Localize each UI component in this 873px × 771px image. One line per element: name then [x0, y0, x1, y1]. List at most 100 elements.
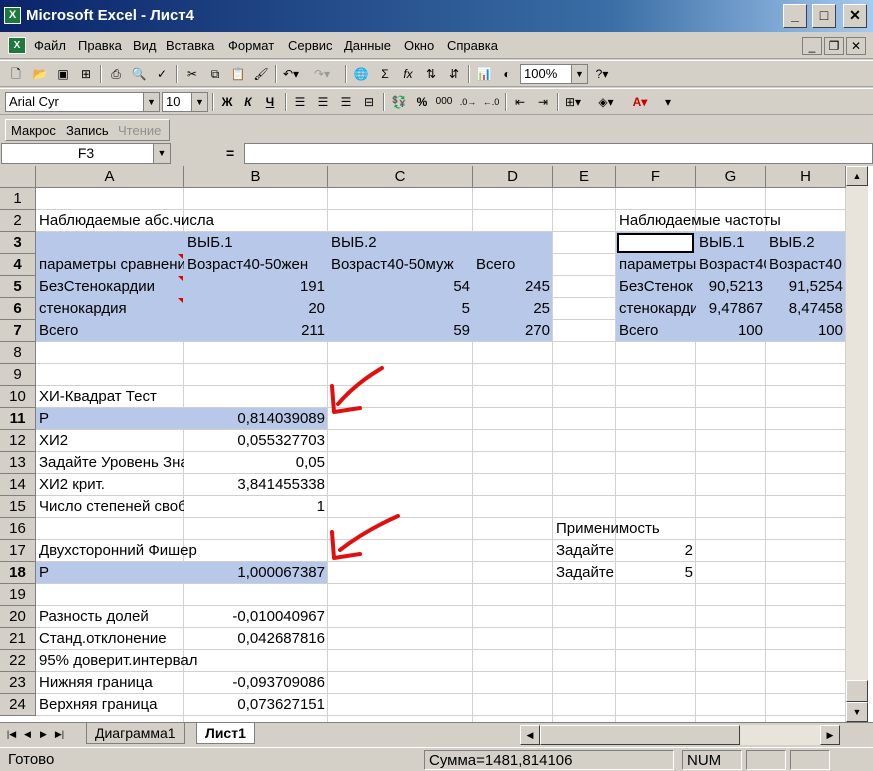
open-icon[interactable]: 📂 [30, 65, 50, 83]
formula-input[interactable] [244, 143, 873, 164]
spreadsheet-grid[interactable]: ABCDEFGH 1 2 3 4 5 6 7 8 9 10 11 12 13 14 15 16 17 18 19 20… [0, 166, 873, 722]
menu-help[interactable]: Справка [447, 38, 498, 53]
cell-B4[interactable]: Возраст40-50жен [184, 254, 328, 276]
cell-C5[interactable]: 54 [328, 276, 473, 298]
menu-file[interactable]: Файл [34, 38, 66, 53]
cell-B6[interactable]: 20 [184, 298, 328, 320]
cell-E16[interactable]: Применимость [553, 518, 766, 540]
undo-icon[interactable]: ↶▾ [281, 65, 301, 83]
row-header-21[interactable]: 21 [0, 628, 36, 650]
cell-B14[interactable]: 3,841455338 [184, 474, 328, 496]
cell-F5[interactable]: БезСтенок [616, 276, 696, 298]
chevron-down-icon[interactable]: ▼ [143, 93, 159, 111]
last-sheet-icon[interactable]: ▶| [52, 726, 67, 743]
italic-button[interactable]: К [238, 93, 258, 111]
cell-C6[interactable]: 5 [328, 298, 473, 320]
cell-A6[interactable]: стенокардия [36, 298, 184, 320]
cell-G3[interactable]: ВЫБ.1 [696, 232, 766, 254]
row-header-16[interactable]: 16 [0, 518, 36, 540]
row-header-2[interactable]: 2 [0, 210, 36, 232]
cell-F2[interactable]: Наблюдаемые частоты [616, 210, 846, 232]
tab-sheet1[interactable]: Лист1 [196, 723, 255, 744]
cell-A23[interactable]: Нижняя граница [36, 672, 184, 694]
maximize-button[interactable]: □ [812, 4, 836, 28]
row-header-13[interactable]: 13 [0, 452, 36, 474]
cell-B5[interactable]: 191 [184, 276, 328, 298]
doc-close-button[interactable]: ✕ [846, 37, 866, 55]
cell-H7[interactable]: 100 [766, 320, 846, 342]
cell-E17[interactable]: Задайте [553, 540, 616, 562]
cut-icon[interactable]: ✂ [182, 65, 202, 83]
row-header-23[interactable]: 23 [0, 672, 36, 694]
row-header-3[interactable]: 3 [0, 232, 36, 254]
hyperlink-icon[interactable]: 🌐 [351, 65, 371, 83]
menu-edit[interactable]: Правка [78, 38, 122, 53]
cell-C4[interactable]: Возраст40-50муж [328, 254, 473, 276]
cell-H3[interactable]: ВЫБ.2 [766, 232, 846, 254]
redo-icon[interactable]: ↷▾ [312, 65, 332, 83]
cell-B23[interactable]: -0,093709086 [184, 672, 328, 694]
cell-B20[interactable]: -0,010040967 [184, 606, 328, 628]
chevron-down-icon[interactable]: ▼ [153, 144, 170, 163]
cell-A11[interactable]: Р [36, 408, 184, 430]
cell-H5[interactable]: 91,5254 [766, 276, 846, 298]
row-header-8[interactable]: 8 [0, 342, 36, 364]
permission-icon[interactable]: ⊞ [76, 65, 96, 83]
cell-B18[interactable]: 1,000067387 [184, 562, 328, 584]
new-icon[interactable]: 🗋 [6, 65, 26, 83]
read-button[interactable]: Чтение [118, 123, 161, 138]
doc-minimize-button[interactable]: _ [802, 37, 822, 55]
scroll-right-button[interactable]: ▶ [820, 725, 840, 745]
row-header-12[interactable]: 12 [0, 430, 36, 452]
menu-data[interactable]: Данные [344, 38, 391, 53]
help-icon[interactable]: ?▾ [592, 65, 612, 83]
cell-F18[interactable]: 5 [616, 562, 696, 584]
select-all-corner[interactable] [0, 166, 36, 188]
cell-A22[interactable]: 95% доверит.интервал [36, 650, 473, 672]
borders-icon[interactable]: ⊞▾ [563, 93, 583, 111]
cell-D6[interactable]: 25 [473, 298, 553, 320]
menu-view[interactable]: Вид [133, 38, 157, 53]
scroll-thumb[interactable] [846, 680, 868, 702]
cell-D7[interactable]: 270 [473, 320, 553, 342]
scroll-left-button[interactable]: ◀ [520, 725, 540, 745]
cell-A15[interactable]: Число степеней свободы [36, 496, 184, 518]
row-header-9[interactable]: 9 [0, 364, 36, 386]
row-header-1[interactable]: 1 [0, 188, 36, 210]
cell-G4[interactable]: Возраст40 [696, 254, 766, 276]
close-button[interactable]: ✕ [843, 4, 867, 28]
currency-icon[interactable]: 💱 [389, 93, 409, 111]
chevron-down-icon[interactable]: ▼ [191, 93, 207, 111]
cell-B11[interactable]: 0,814039089 [184, 408, 328, 430]
cell-C7[interactable]: 59 [328, 320, 473, 342]
autosum-icon[interactable]: Σ [375, 65, 395, 83]
font-size-select[interactable]: 10 ▼ [162, 92, 208, 112]
font-color-icon[interactable]: A▾ [630, 93, 650, 111]
increase-decimal-icon[interactable]: .0→ [458, 93, 478, 111]
row-header-19[interactable]: 19 [0, 584, 36, 606]
row-header-20[interactable]: 20 [0, 606, 36, 628]
cell-A18[interactable]: Р [36, 562, 184, 584]
row-header-15[interactable]: 15 [0, 496, 36, 518]
cell-F6[interactable]: стенокардия [616, 298, 696, 320]
record-button[interactable]: Запись [66, 123, 109, 138]
menu-format[interactable]: Формат [228, 38, 274, 53]
sort-ascending-icon[interactable]: ⇅ [421, 65, 441, 83]
cell-A12[interactable]: ХИ2 [36, 430, 184, 452]
cell-B7[interactable]: 211 [184, 320, 328, 342]
percent-button[interactable]: % [412, 93, 432, 111]
sort-descending-icon[interactable]: ⇵ [444, 65, 464, 83]
menu-window[interactable]: Окно [404, 38, 434, 53]
format-painter-icon[interactable]: 🖌 [251, 65, 271, 83]
row-header-5[interactable]: 5 [0, 276, 36, 298]
cell-G5[interactable]: 90,5213 [696, 276, 766, 298]
row-header-6[interactable]: 6 [0, 298, 36, 320]
function-icon[interactable]: fx [398, 65, 418, 83]
row-header-17[interactable]: 17 [0, 540, 36, 562]
print-icon[interactable]: ⎙ [106, 65, 126, 83]
copy-icon[interactable]: ⧉ [205, 65, 225, 83]
cell-G7[interactable]: 100 [696, 320, 766, 342]
cell-B24[interactable]: 0,073627151 [184, 694, 328, 716]
scroll-down-button[interactable]: ▼ [846, 702, 868, 722]
cell-F7[interactable]: Всего [616, 320, 696, 342]
